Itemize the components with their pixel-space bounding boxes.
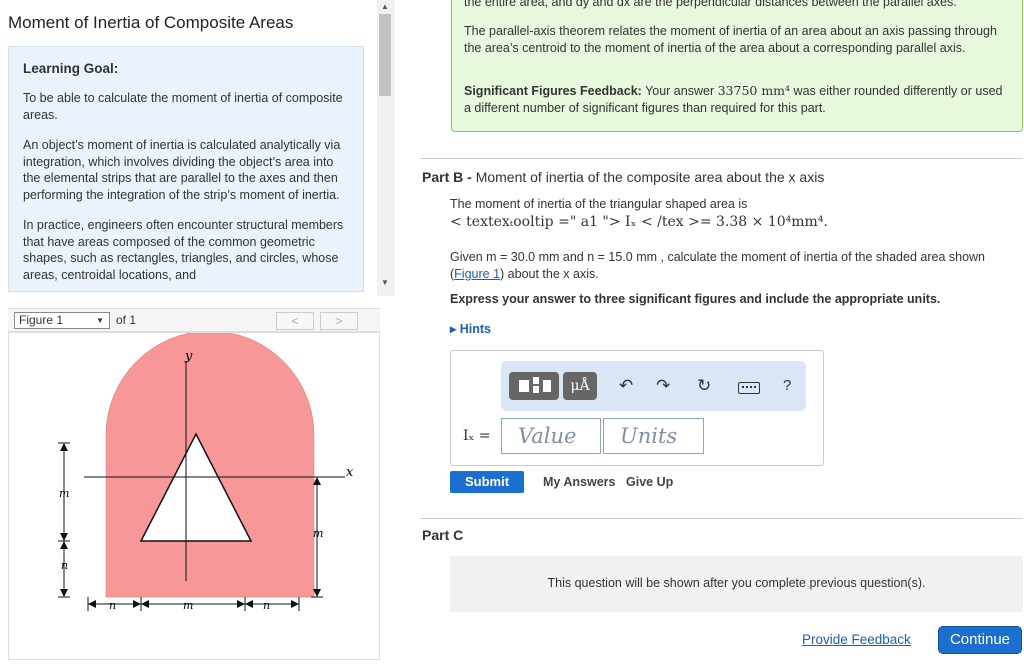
divider (420, 518, 1023, 519)
figure-select[interactable]: Figure 1 ▼ (14, 312, 110, 329)
scroll-up-arrow-icon[interactable]: ▲ (381, 2, 389, 11)
submit-button[interactable]: Submit (450, 471, 524, 493)
answer-label: Iₓ = (463, 428, 491, 444)
sigfig-pre: Your answer (645, 84, 715, 98)
divider (420, 158, 1023, 159)
sigfig-answer-value: 33750 mm⁴ (717, 83, 791, 98)
given-statement: Given m = 30.0 mm and n = 15.0 mm , calc… (450, 249, 1015, 283)
express-instruction: Express your answer to three significant… (450, 292, 941, 306)
provide-feedback-link[interactable]: Provide Feedback (802, 632, 911, 647)
intro-paragraph: An object’s moment of inertia is calcula… (23, 138, 341, 202)
continue-button[interactable]: Continue (938, 626, 1022, 654)
sigfig-feedback: Significant Figures Feedback: Your answe… (464, 83, 1012, 116)
chevron-down-icon: ▼ (96, 316, 104, 325)
sigfig-label: Significant Figures Feedback: (464, 84, 642, 98)
n-label-bottom-right: n (263, 599, 270, 612)
m-label-bottom: m (183, 599, 193, 612)
practice-paragraph: In practice, engineers often encounter s… (23, 218, 344, 282)
math-toolbar: μÅ ↶ ↷ ↻ ? (501, 361, 806, 411)
n-label-bottom-left: n (109, 599, 116, 612)
page-title: Moment of Inertia of Composite Areas (8, 13, 294, 32)
learning-goal-heading: Learning Goal: (23, 61, 119, 76)
hints-toggle[interactable]: ▸ Hints (450, 321, 491, 336)
moment-value: < textexₜooltip =" a1 "> Iₓ < /tex >= 3.… (450, 214, 828, 230)
figure-panel: y x m n m n m n (8, 330, 380, 660)
feedback-box: the entire area, and dy and dx are the p… (451, 0, 1023, 132)
help-icon[interactable]: ? (783, 377, 791, 394)
part-c-message: This question will be shown after you co… (547, 576, 926, 590)
keyboard-icon[interactable] (738, 382, 760, 394)
given-text-post: ) about the x axis. (500, 267, 599, 281)
part-b-heading: Part B - Moment of inertia of the compos… (422, 169, 824, 185)
part-b-label: Part B - (422, 169, 472, 185)
previous-figure-button[interactable]: < (276, 312, 314, 330)
templates-icon (519, 377, 551, 393)
units-button[interactable]: μÅ (563, 372, 597, 400)
y-axis-label: y (184, 349, 193, 364)
figure-select-value: Figure 1 (19, 313, 64, 327)
feedback-cut-text: the entire area, and dy and dx are the p… (464, 0, 957, 9)
learning-goal-text: To be able to calculate the moment of in… (23, 91, 343, 122)
n-label-left: n (61, 559, 68, 572)
m-label-right: m (313, 527, 323, 540)
value-input[interactable]: Value (501, 418, 601, 454)
x-axis-label: x (346, 465, 354, 480)
part-c-box: This question will be shown after you co… (450, 556, 1023, 612)
learning-goal-box: Learning Goal: To be able to calculate t… (8, 46, 364, 292)
figure-1-link[interactable]: Figure 1 (454, 267, 500, 281)
moment-statement: The moment of inertia of the triangular … (450, 197, 748, 211)
part-b-title: Moment of inertia of the composite area … (475, 169, 825, 185)
m-label-left: m (59, 487, 69, 500)
give-up-button[interactable]: Give Up (626, 475, 673, 489)
parallel-axis-text: The parallel-axis theorem relates the mo… (464, 24, 997, 55)
answer-box: μÅ ↶ ↷ ↻ ? Iₓ = Value Units (450, 350, 824, 466)
reset-icon[interactable]: ↻ (697, 376, 711, 396)
redo-icon[interactable]: ↷ (656, 376, 670, 396)
my-answers-button[interactable]: My Answers (543, 475, 615, 489)
composite-area-figure: y x m n m n m n (58, 330, 354, 612)
scroll-thumb[interactable] (379, 14, 391, 96)
scroll-down-arrow-icon[interactable]: ▼ (381, 278, 389, 287)
templates-button[interactable] (509, 372, 559, 400)
undo-icon[interactable]: ↶ (619, 376, 633, 396)
part-c-heading: Part C (422, 527, 464, 543)
next-figure-button[interactable]: > (320, 312, 358, 330)
left-panel: Moment of Inertia of Composite Areas Lea… (0, 0, 395, 662)
figure-count: of 1 (116, 313, 137, 327)
units-input[interactable]: Units (603, 418, 704, 454)
intro-scrollbar[interactable]: ▲ ▼ (377, 0, 395, 296)
figure-toolbar: Figure 1 ▼ of 1 < > (8, 308, 380, 332)
